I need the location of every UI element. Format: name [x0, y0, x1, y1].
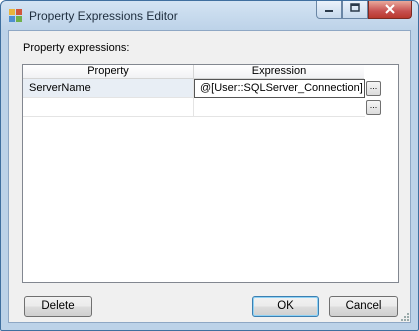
minimize-button[interactable] [316, 1, 342, 19]
close-button[interactable] [368, 1, 412, 19]
table-row[interactable]: ServerName @[User::SQLServer_Connection]… [23, 79, 398, 98]
table-row[interactable]: ... [23, 98, 398, 117]
title-bar[interactable]: Property Expressions Editor [1, 1, 418, 31]
expression-builder-button[interactable]: ... [366, 100, 381, 115]
caption-buttons [316, 1, 412, 20]
column-header-expression[interactable]: Expression [194, 65, 364, 79]
ok-button[interactable]: OK [252, 296, 319, 317]
close-icon [385, 2, 395, 17]
property-cell[interactable] [23, 98, 194, 117]
property-expressions-label: Property expressions: [23, 42, 130, 54]
minimize-icon [324, 3, 334, 16]
dialog-body: Property expressions: Property Expressio… [8, 30, 411, 323]
maximize-icon [350, 3, 360, 16]
dialog-window: Property Expressions Editor Property exp… [0, 0, 419, 331]
expression-cell[interactable]: @[User::SQLServer_Connection] [194, 79, 365, 98]
expression-builder-button[interactable]: ... [366, 81, 381, 96]
column-header-property[interactable]: Property [23, 65, 194, 79]
property-editor-icon [9, 9, 23, 23]
resize-grip-icon[interactable] [399, 311, 409, 321]
window-title: Property Expressions Editor [29, 9, 178, 23]
maximize-button[interactable] [342, 1, 368, 19]
property-expressions-grid: Property Expression ServerName @[User::S… [22, 64, 399, 283]
delete-button[interactable]: Delete [24, 296, 92, 317]
property-cell[interactable]: ServerName [23, 79, 194, 98]
expression-cell[interactable] [194, 98, 365, 117]
cancel-button[interactable]: Cancel [329, 296, 398, 317]
